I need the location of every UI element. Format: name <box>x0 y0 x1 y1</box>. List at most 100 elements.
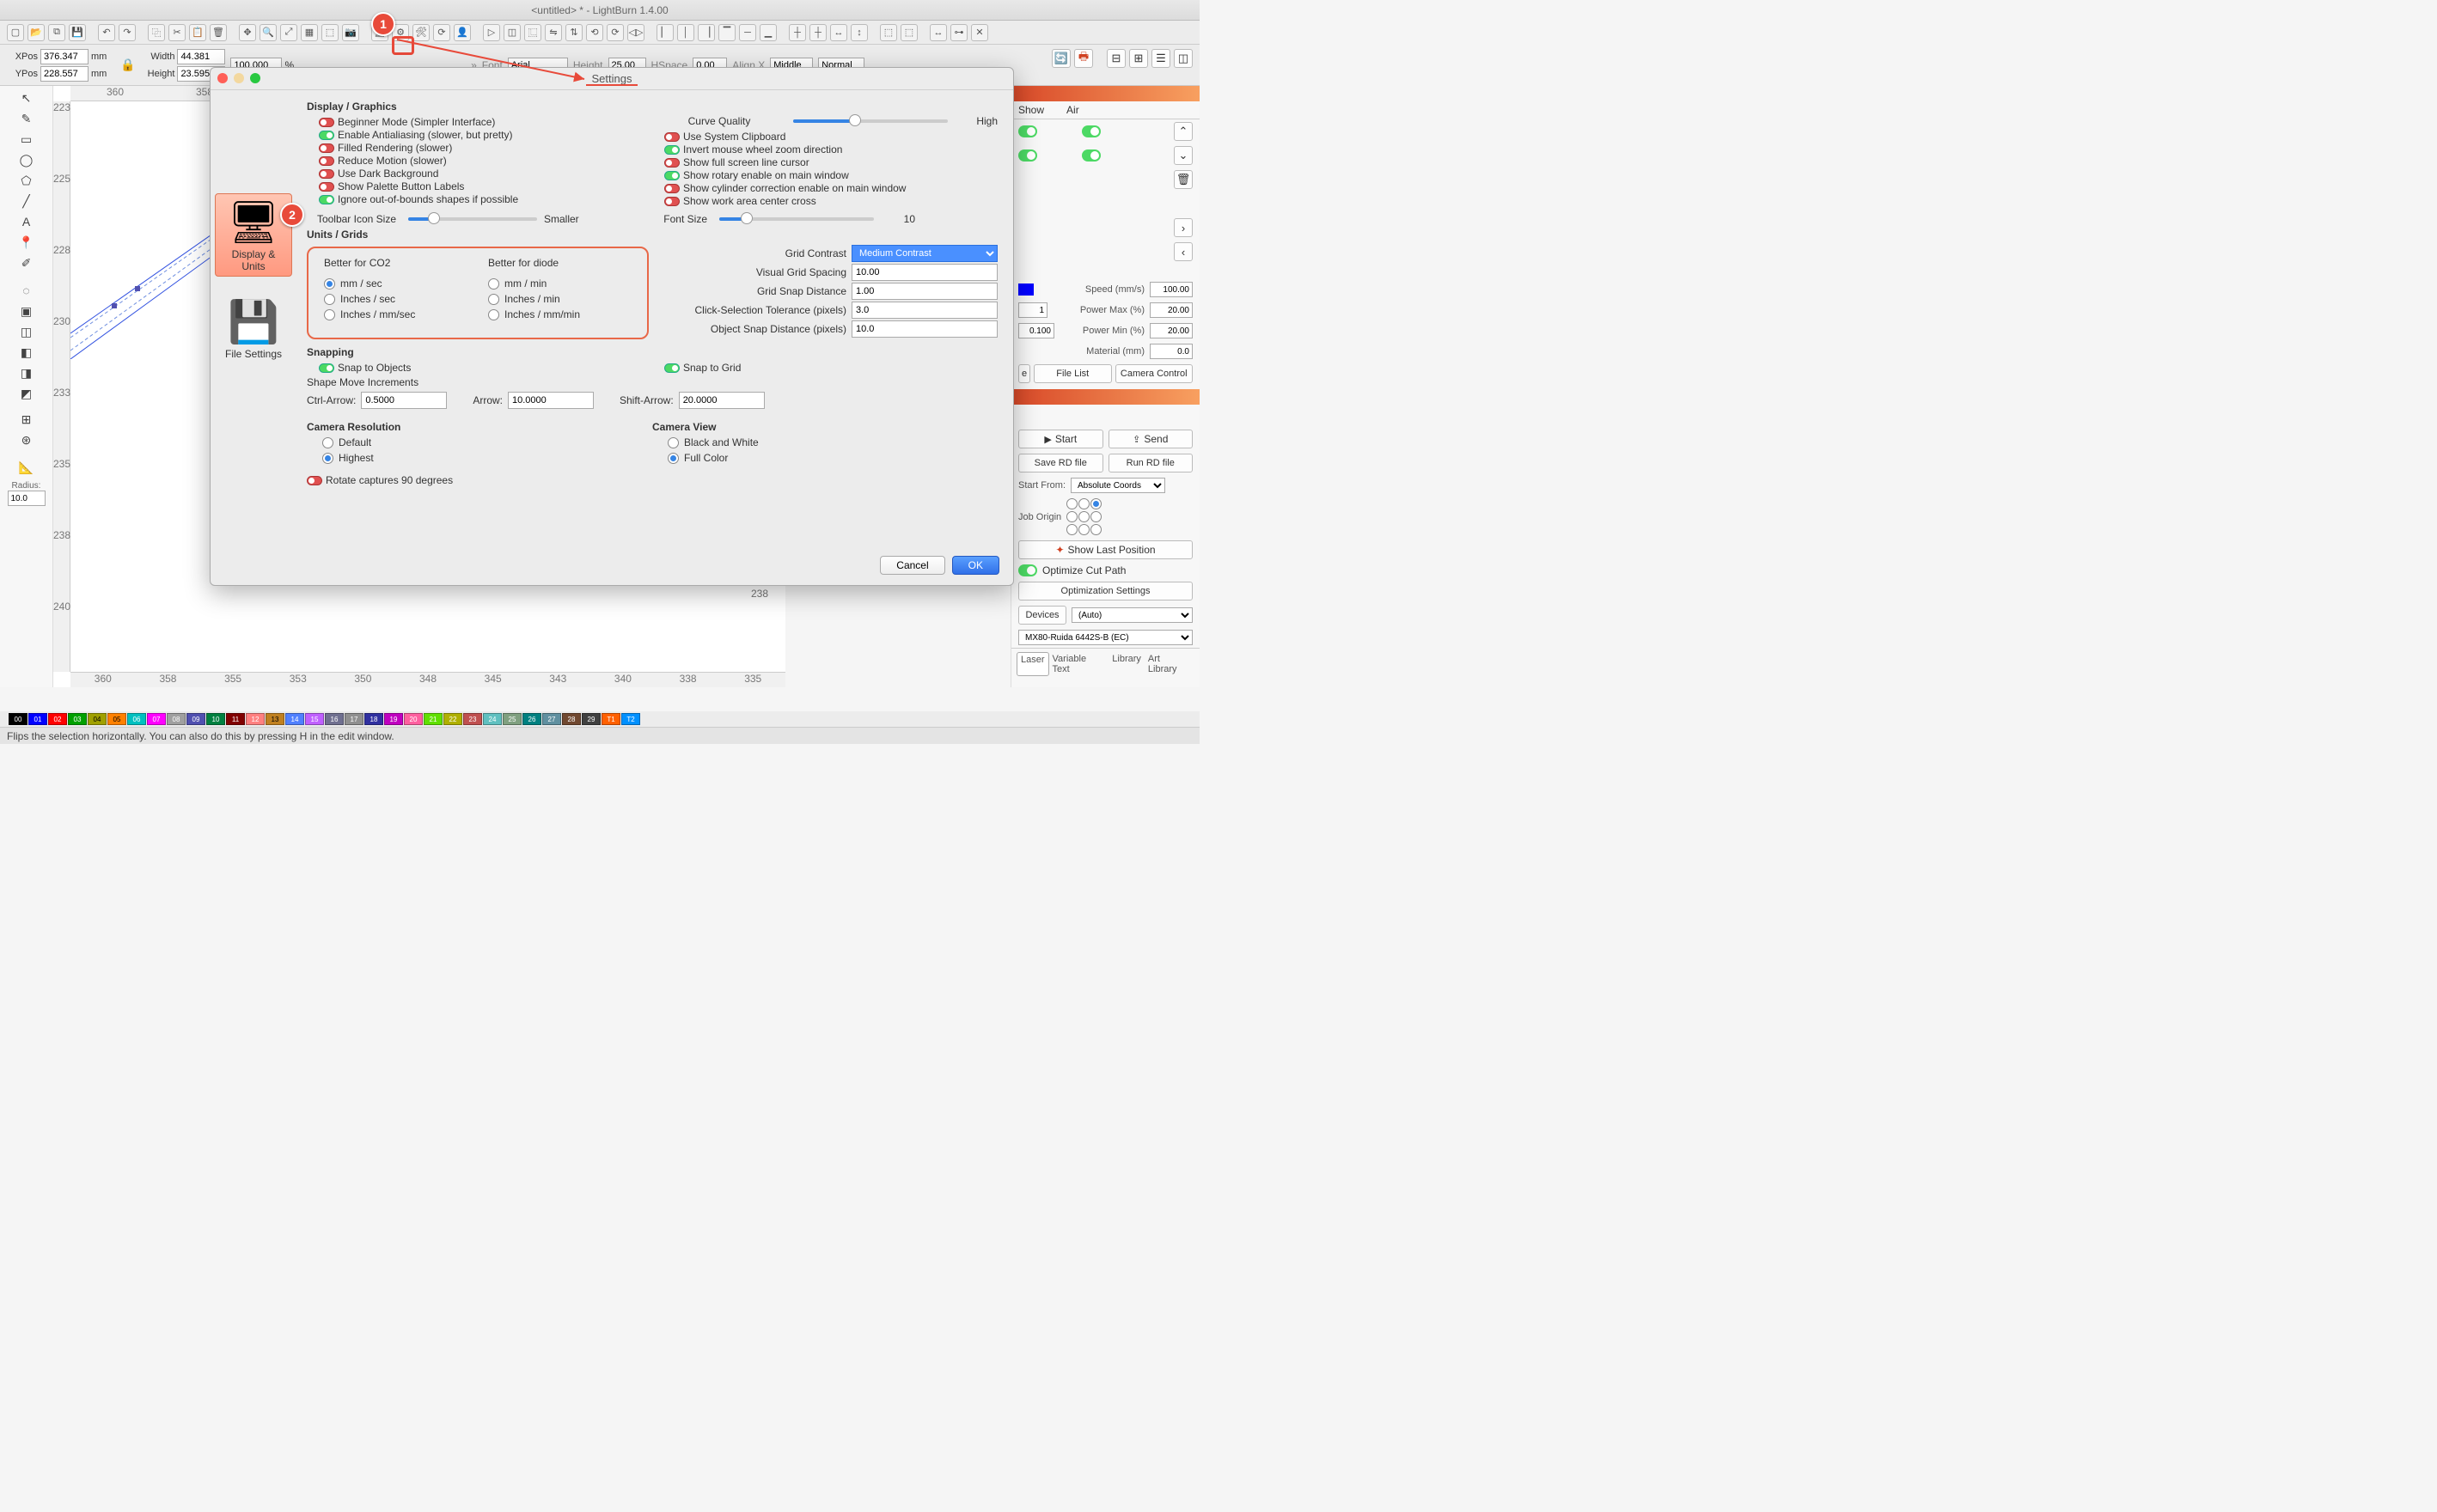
distrib-h-icon[interactable]: ┼ <box>789 24 806 41</box>
camera-control-tab[interactable]: Camera Control <box>1115 364 1194 383</box>
grid-contrast-select[interactable]: Medium Contrast <box>852 245 998 262</box>
distrib-v-icon[interactable]: ┼ <box>809 24 827 41</box>
origin-grid[interactable] <box>1066 498 1101 535</box>
tab-laser[interactable]: Laser <box>1017 652 1049 676</box>
bool-c-icon[interactable]: ◩ <box>16 384 37 403</box>
palette-06[interactable]: 06 <box>127 713 146 725</box>
palette-10[interactable]: 10 <box>206 713 225 725</box>
array-circ-icon[interactable]: ⊛ <box>16 430 37 449</box>
palette-18[interactable]: 18 <box>364 713 383 725</box>
bool-a-icon[interactable]: ◧ <box>16 343 37 362</box>
preview-icon[interactable]: 🖶 <box>1074 49 1093 68</box>
file-list-tab[interactable]: File List <box>1034 364 1112 383</box>
palette-22[interactable]: 22 <box>443 713 462 725</box>
line-tool-icon[interactable]: ✎ <box>16 109 37 128</box>
offset-icon[interactable]: ▣ <box>16 302 37 320</box>
align-m-icon[interactable]: ─ <box>739 24 756 41</box>
measure-icon[interactable]: 📐 <box>16 458 37 477</box>
palette-12[interactable]: 12 <box>246 713 265 725</box>
zoom-out-icon[interactable]: ⤢ <box>280 24 297 41</box>
camera-icon[interactable]: 📷 <box>342 24 359 41</box>
visual-grid-spacing-input[interactable] <box>852 264 998 281</box>
tab-library[interactable]: Library <box>1109 652 1145 676</box>
save-icon[interactable]: 💾 <box>69 24 86 41</box>
cut-icon[interactable]: ✂ <box>168 24 186 41</box>
optimization-settings-button[interactable]: Optimization Settings <box>1018 582 1193 601</box>
display-right-toggle-5[interactable] <box>664 197 680 206</box>
grid-snap-distance-input[interactable] <box>852 283 998 300</box>
radio-cam-bw[interactable]: Black and White <box>652 436 998 448</box>
zoom-icon[interactable] <box>250 73 260 83</box>
prev-tab-button[interactable]: e <box>1018 364 1030 383</box>
xpos-input[interactable] <box>40 49 89 64</box>
optimize-toggle[interactable] <box>1018 564 1037 576</box>
palette-08[interactable]: 08 <box>167 713 186 725</box>
radio-in-mm-sec[interactable]: Inches / mm/sec <box>308 308 473 320</box>
radio-mm-sec[interactable]: mm / sec <box>308 277 473 290</box>
move-up-icon[interactable]: ⌃ <box>1174 122 1193 141</box>
undo-icon[interactable]: ↶ <box>98 24 115 41</box>
palette-03[interactable]: 03 <box>68 713 87 725</box>
layer-show-1[interactable] <box>1018 125 1037 137</box>
refresh-icon[interactable]: 🔄 <box>1052 49 1071 68</box>
radio-in-sec[interactable]: Inches / sec <box>308 293 473 305</box>
delete-icon[interactable]: 🗑 <box>210 24 227 41</box>
import-icon[interactable]: ⧉ <box>48 24 65 41</box>
align-c-icon[interactable]: │ <box>677 24 694 41</box>
palette-29[interactable]: 29 <box>582 713 601 725</box>
paste-icon[interactable]: 📋 <box>189 24 206 41</box>
palette-T1[interactable]: T1 <box>602 713 620 725</box>
polygon-tool-icon[interactable]: ⬠ <box>16 171 37 190</box>
width-input[interactable] <box>177 49 225 64</box>
dim-h-icon[interactable]: ↔ <box>930 24 947 41</box>
frame-icon[interactable]: ▦ <box>301 24 318 41</box>
tab-art-library[interactable]: Art Library <box>1145 652 1194 676</box>
frame-a-icon[interactable]: ⬚ <box>880 24 897 41</box>
click-tolerance-input[interactable] <box>852 302 998 319</box>
palette-21[interactable]: 21 <box>424 713 443 725</box>
snap-grid-toggle[interactable] <box>664 363 680 373</box>
interval-input[interactable] <box>1018 323 1054 338</box>
array-grid-icon[interactable]: ⊞ <box>16 410 37 429</box>
frame-b-icon[interactable]: ⬚ <box>901 24 918 41</box>
zoom-in-icon[interactable]: 🔍 <box>260 24 277 41</box>
palette-05[interactable]: 05 <box>107 713 126 725</box>
layout-4-icon[interactable]: ◫ <box>1174 49 1193 68</box>
align-b-icon[interactable]: ▁ <box>760 24 777 41</box>
pmin-input[interactable] <box>1150 323 1193 338</box>
go-left-icon[interactable]: ‹ <box>1174 242 1193 261</box>
start-button[interactable]: ▶ Start <box>1018 430 1103 448</box>
palette-26[interactable]: 26 <box>522 713 541 725</box>
radio-cam-color[interactable]: Full Color <box>652 452 998 464</box>
color-swatch[interactable] <box>1018 284 1034 296</box>
speed-input[interactable] <box>1150 282 1193 297</box>
radio-cam-default[interactable]: Default <box>307 436 652 448</box>
tab-variable-text[interactable]: Variable Text <box>1049 652 1109 676</box>
curve-quality-slider[interactable] <box>793 119 948 123</box>
cancel-button[interactable]: Cancel <box>880 556 944 575</box>
rotate-captures-toggle[interactable] <box>307 476 322 485</box>
show-last-button[interactable]: ✦ Show Last Position <box>1018 540 1193 559</box>
material-input[interactable] <box>1150 344 1193 359</box>
display-right-toggle-1[interactable] <box>664 145 680 155</box>
display-left-toggle-2[interactable] <box>319 143 334 153</box>
toolbar-icon-size-slider[interactable] <box>408 217 537 221</box>
display-left-toggle-5[interactable] <box>319 182 334 192</box>
run-rd-button[interactable]: Run RD file <box>1109 454 1194 472</box>
arrow-input[interactable] <box>508 392 594 409</box>
palette-11[interactable]: 11 <box>226 713 245 725</box>
pan-icon[interactable]: ✥ <box>239 24 256 41</box>
trash-icon[interactable]: 🗑 <box>1174 170 1193 189</box>
ypos-input[interactable] <box>40 66 89 82</box>
align-l-icon[interactable]: ▏ <box>657 24 674 41</box>
palette-13[interactable]: 13 <box>266 713 284 725</box>
palette-15[interactable]: 15 <box>305 713 324 725</box>
palette-28[interactable]: 28 <box>562 713 581 725</box>
layout-3-icon[interactable]: ☰ <box>1151 49 1170 68</box>
palette-T2[interactable]: T2 <box>621 713 640 725</box>
palette-17[interactable]: 17 <box>345 713 363 725</box>
lock-icon[interactable]: 🔒 <box>117 58 138 72</box>
palette-09[interactable]: 09 <box>186 713 205 725</box>
pmax-input[interactable] <box>1150 302 1193 318</box>
palette-19[interactable]: 19 <box>384 713 403 725</box>
